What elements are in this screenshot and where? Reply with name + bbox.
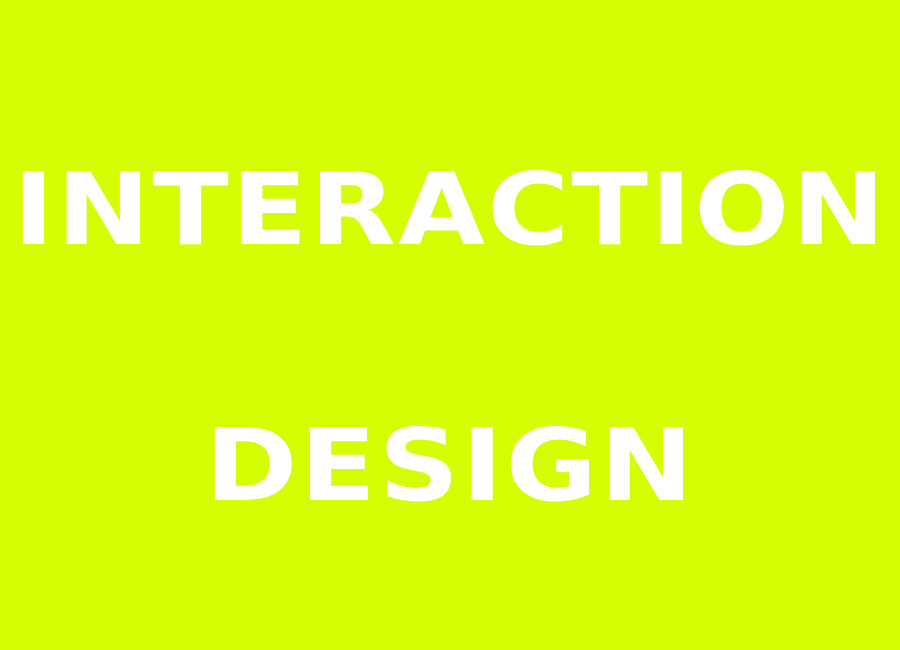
- title-line-design: DESIGN: [204, 407, 696, 524]
- title-line-interaction: INTERACTION: [12, 151, 888, 268]
- poster-canvas: INTERACTION DESIGN: [0, 0, 900, 650]
